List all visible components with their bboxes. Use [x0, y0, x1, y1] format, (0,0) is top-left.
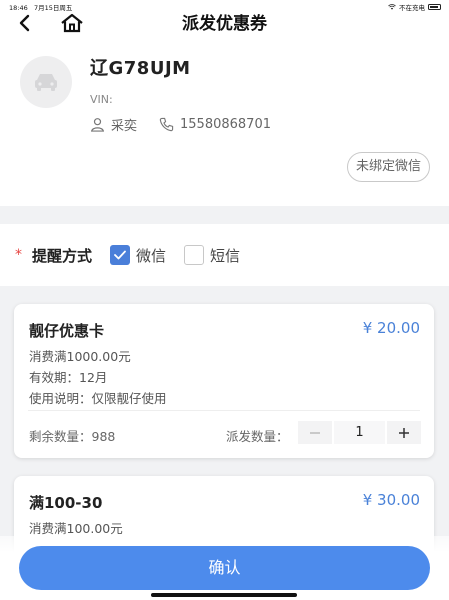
- owner-name: 采奕: [111, 119, 138, 134]
- car-icon: [35, 74, 57, 91]
- wifi-icon: [388, 4, 396, 10]
- vin-label: VIN:: [90, 93, 113, 106]
- vehicle-info-card: 辽G78UJM VIN: 采奕 15580868701 未绑定微信: [0, 36, 449, 206]
- remaining-count: 剩余数量：988: [29, 429, 116, 444]
- sms-option-label[interactable]: 短信: [210, 245, 240, 266]
- sms-checkbox[interactable]: [184, 245, 205, 265]
- owner-row: 采奕 15580868701: [90, 115, 271, 134]
- unbind-wechat-button[interactable]: 未绑定微信: [346, 152, 430, 182]
- home-indicator: [151, 593, 297, 597]
- battery-icon: [428, 4, 441, 10]
- person-icon: [90, 118, 105, 132]
- increment-button[interactable]: [387, 421, 421, 444]
- status-time: 18:46: [9, 4, 28, 12]
- phone-wrap[interactable]: 15580868701: [159, 117, 271, 132]
- phone-number[interactable]: 15580868701: [180, 117, 271, 132]
- quantity-stepper: 1: [298, 421, 421, 444]
- phone-icon: [159, 117, 174, 132]
- status-time-date: 18:46 7月15日周五: [9, 2, 72, 12]
- reminder-method-row: * 提醒方式 微信 短信: [0, 224, 449, 286]
- status-right: 不在充电: [388, 2, 441, 12]
- coupon-condition: 消费满100.00元: [29, 521, 123, 536]
- coupon-name: 满100-30: [29, 494, 103, 512]
- divider: [28, 410, 420, 411]
- charging-status: 不在充电: [399, 4, 425, 12]
- checkmark-icon: [114, 250, 126, 260]
- plus-icon: [399, 427, 409, 438]
- quantity-input[interactable]: 1: [332, 421, 387, 444]
- car-avatar: [20, 56, 72, 108]
- coupon-condition: 消费满1000.00元: [29, 349, 131, 364]
- page-title: 派发优惠券: [182, 14, 267, 34]
- wechat-checkbox[interactable]: [110, 245, 131, 265]
- coupon-name: 靓仔优惠卡: [29, 322, 105, 340]
- license-plate: 辽G78UJM: [90, 58, 191, 79]
- coupon-usage: 使用说明：仅限靓仔使用: [29, 391, 167, 406]
- distribute-quantity-label: 派发数量：: [226, 429, 289, 444]
- confirm-button[interactable]: 确认: [19, 546, 430, 590]
- option-sms[interactable]: 短信: [184, 245, 240, 266]
- coupon-validity: 有效期：12月: [29, 370, 108, 385]
- status-date: 7月15日周五: [33, 4, 73, 12]
- minus-icon: [310, 431, 320, 434]
- option-wechat[interactable]: 微信: [110, 245, 166, 266]
- coupon-price: ¥ 30.00: [362, 491, 420, 509]
- decrement-button[interactable]: [298, 421, 332, 444]
- reminder-label: 提醒方式: [32, 246, 93, 265]
- coupon-price: ¥ 20.00: [362, 319, 420, 337]
- wechat-option-label[interactable]: 微信: [136, 245, 166, 266]
- coupon-card: 靓仔优惠卡 ¥ 20.00 消费满1000.00元 有效期：12月 使用说明：仅…: [14, 304, 434, 458]
- nav-bar: 派发优惠券: [0, 12, 449, 36]
- status-bar: 18:46 7月15日周五 不在充电: [0, 0, 449, 12]
- required-mark: *: [15, 247, 22, 263]
